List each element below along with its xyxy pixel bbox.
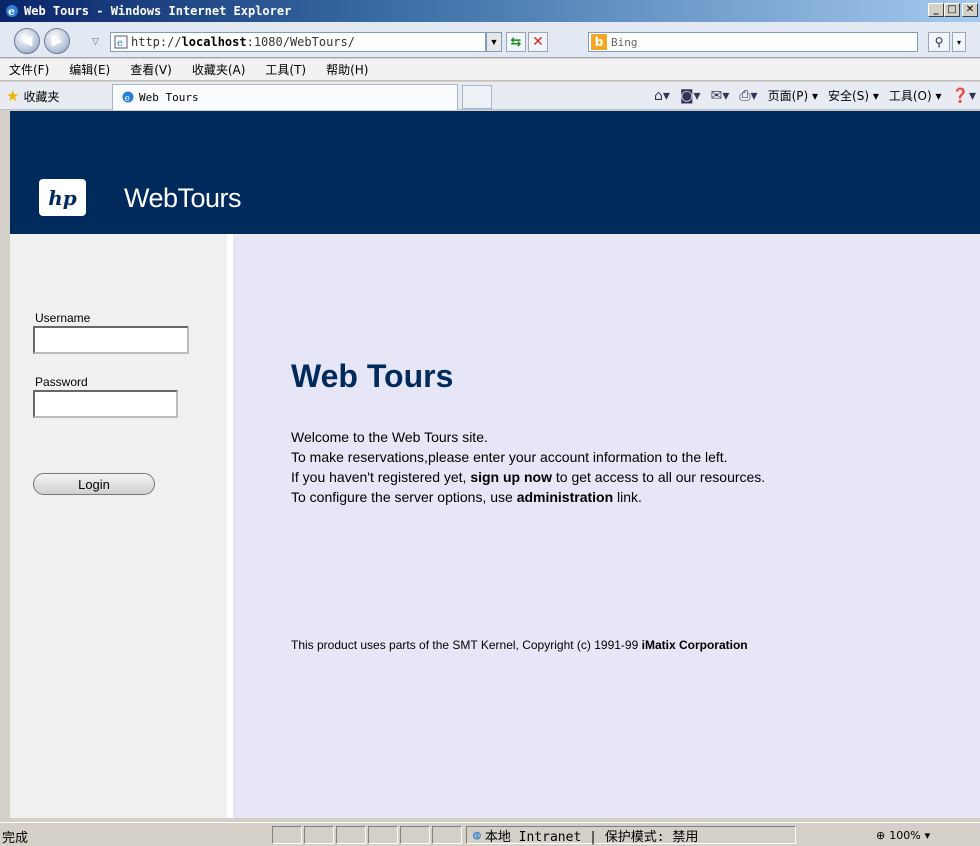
star-icon: ★ <box>6 87 20 105</box>
feeds-icon[interactable]: ◙▾ <box>680 88 701 104</box>
close-button[interactable]: ✕ <box>962 3 978 17</box>
tab-title: Web Tours <box>139 91 199 104</box>
welcome-line: Welcome to the Web Tours site. <box>291 429 488 445</box>
print-icon[interactable]: ⎙▾ <box>739 88 757 104</box>
favorites-bar: ★ 收藏夹 e Web Tours ⌂▾ ◙▾ ✉▾ ⎙▾ 页面(P) ▾ 安全… <box>0 82 980 110</box>
password-label: Password <box>35 375 88 389</box>
status-bar: 完成 ◍ 本地 Intranet | 保护模式: 禁用 ⊕ 100% ▾ <box>0 822 980 846</box>
security-zone[interactable]: ◍ 本地 Intranet | 保护模式: 禁用 <box>466 826 796 845</box>
admin-line: To configure the server options, use adm… <box>291 489 642 505</box>
forward-button[interactable]: ▶ <box>44 28 70 54</box>
menu-bar: 文件(F) 编辑(E) 查看(V) 收藏夹(A) 工具(T) 帮助(H) <box>0 59 980 81</box>
status-cell <box>368 826 398 844</box>
ie-tab-icon: e <box>122 91 134 104</box>
site-header: hp WebTours <box>10 111 980 234</box>
reservations-line: To make reservations,please enter your a… <box>291 449 728 465</box>
username-input[interactable] <box>33 326 189 354</box>
stop-icon: ✕ <box>532 34 544 50</box>
svg-text:e: e <box>117 38 123 49</box>
main-panel: Web Tours Welcome to the Web Tours site.… <box>233 234 980 818</box>
ie-icon: e <box>6 5 18 18</box>
status-cell <box>336 826 366 844</box>
zoom-icon: ⊕ <box>876 828 886 842</box>
login-panel: Username Password Login <box>10 234 230 818</box>
password-input[interactable] <box>33 390 178 418</box>
register-line: If you haven't registered yet, sign up n… <box>291 469 766 485</box>
login-button[interactable]: Login <box>33 473 155 495</box>
arrow-right-icon: ▶ <box>51 33 63 49</box>
url-host: localhost <box>181 35 247 49</box>
url-prefix: http:// <box>131 35 182 49</box>
menu-help[interactable]: 帮助(H) <box>317 61 379 78</box>
stop-button[interactable]: ✕ <box>528 32 548 52</box>
url-rest: :1080/WebTours/ <box>246 35 355 49</box>
refresh-icon: ⇆ <box>510 34 522 50</box>
new-tab-button[interactable] <box>462 85 492 109</box>
address-bar[interactable]: e http://localhost:1080/WebTours/ <box>110 32 486 52</box>
browser-window: e Web Tours - Windows Internet Explorer … <box>0 0 980 846</box>
safety-menu[interactable]: 安全(S) ▾ <box>828 87 879 104</box>
page-title: Web Tours <box>291 358 454 394</box>
hp-logo: hp <box>39 179 86 216</box>
history-dropdown[interactable]: ▽ <box>92 36 99 47</box>
menu-tools[interactable]: 工具(T) <box>256 61 317 78</box>
menu-file[interactable]: 文件(F) <box>0 61 60 78</box>
bing-icon: b <box>591 34 607 50</box>
zone-text: 本地 Intranet | 保护模式: 禁用 <box>484 829 699 845</box>
globe-icon: ◍ <box>473 827 481 843</box>
address-row: ◀ ▶ ▽ e http://localhost:1080/WebTours/ … <box>0 22 980 58</box>
favorites-button[interactable]: ★ 收藏夹 <box>6 87 59 105</box>
arrow-left-icon: ◀ <box>21 33 33 49</box>
copyright-footer: This product uses parts of the SMT Kerne… <box>291 638 748 652</box>
command-bar: ⌂▾ ◙▾ ✉▾ ⎙▾ 页面(P) ▾ 安全(S) ▾ 工具(O) ▾ ❓▾ <box>654 87 976 104</box>
help-icon[interactable]: ❓▾ <box>952 88 976 104</box>
menu-view[interactable]: 查看(V) <box>121 61 183 78</box>
sign-up-link[interactable]: sign up now <box>470 469 552 485</box>
minimize-button[interactable]: _ <box>928 3 944 17</box>
search-input[interactable]: b Bing <box>588 32 918 52</box>
svg-text:e: e <box>125 94 130 104</box>
status-cell <box>432 826 462 844</box>
favorites-label: 收藏夹 <box>23 89 60 104</box>
status-text: 完成 <box>2 831 29 846</box>
imatix-link[interactable]: iMatix Corporation <box>642 638 748 652</box>
page-icon: e <box>114 35 128 49</box>
window-title: Web Tours - Windows Internet Explorer <box>24 4 292 18</box>
mail-icon[interactable]: ✉▾ <box>711 88 730 104</box>
status-cells <box>272 826 464 844</box>
status-cell <box>304 826 334 844</box>
status-cell <box>400 826 430 844</box>
maximize-button[interactable]: □ <box>944 3 960 17</box>
zoom-level: 100% <box>889 828 921 842</box>
search-button[interactable]: ⚲ <box>928 32 950 52</box>
address-dropdown[interactable]: ▼ <box>486 32 502 52</box>
administration-link[interactable]: administration <box>517 489 613 505</box>
svg-text:e: e <box>8 5 15 18</box>
search-icon: ⚲ <box>934 35 944 49</box>
status-cell <box>272 826 302 844</box>
menu-edit[interactable]: 编辑(E) <box>60 61 121 78</box>
home-icon[interactable]: ⌂▾ <box>654 88 670 104</box>
back-button[interactable]: ◀ <box>14 28 40 54</box>
tools-menu[interactable]: 工具(O) ▾ <box>889 87 942 104</box>
username-label: Username <box>35 311 91 325</box>
tab-web-tours[interactable]: e Web Tours <box>112 84 458 110</box>
page-content: hp WebTours Username Password Login Web … <box>10 111 980 818</box>
title-bar: e Web Tours - Windows Internet Explorer … <box>0 0 980 22</box>
zoom-control[interactable]: ⊕ 100% ▾ <box>876 826 930 844</box>
site-brand: WebTours <box>124 183 242 213</box>
page-menu[interactable]: 页面(P) ▾ <box>768 87 818 104</box>
menu-favorites[interactable]: 收藏夹(A) <box>183 61 257 78</box>
search-placeholder: Bing <box>611 35 638 49</box>
chevron-down-icon: ▾ <box>924 828 931 842</box>
search-options-dropdown[interactable]: ▾ <box>952 32 966 52</box>
refresh-button[interactable]: ⇆ <box>506 32 526 52</box>
